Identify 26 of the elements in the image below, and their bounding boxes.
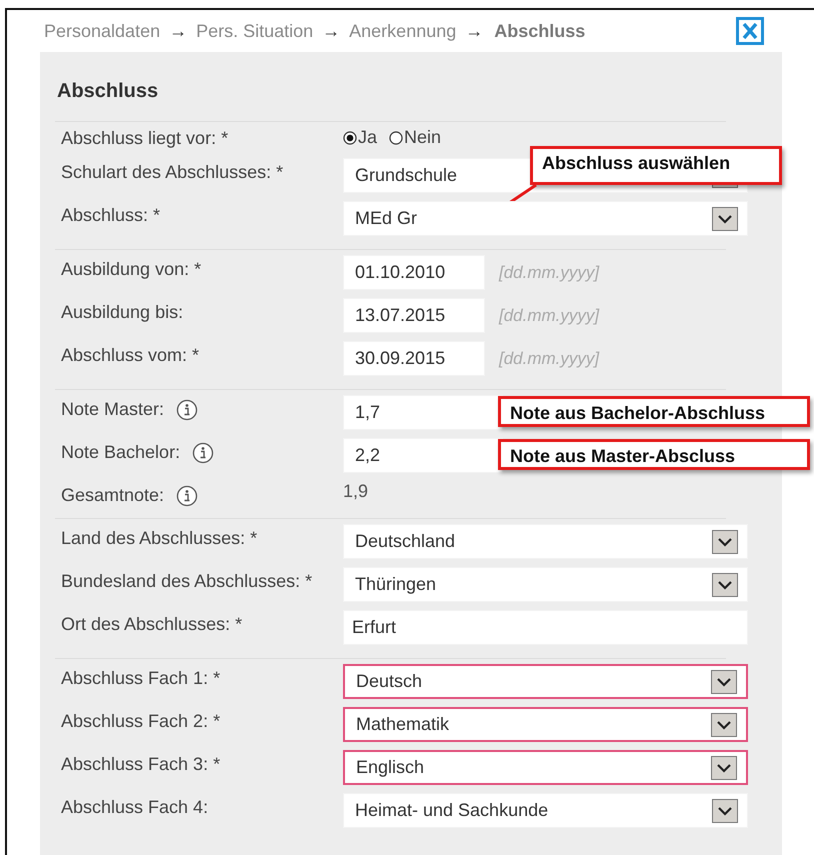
field-label: Ort des Abschlusses: *: [61, 613, 242, 636]
field-label: Ausbildung von: *: [61, 258, 202, 281]
breadcrumb-arrow: →: [322, 20, 340, 42]
annotation-tooltip: Note aus Bachelor-Abschluss: [498, 396, 810, 427]
field-label: Abschluss vom: *: [61, 344, 200, 367]
field-label: Bundesland des Abschlusses: *: [61, 570, 312, 593]
breadcrumb-arrow: →: [169, 20, 188, 42]
field-label: Gesamtnote:: [61, 484, 164, 507]
field-label: Land des Abschlusses: *: [61, 527, 258, 550]
field-label: Ausbildung bis:: [61, 301, 184, 324]
field-label: Note Bachelor:: [61, 441, 180, 464]
format-hint: [dd.mm.yyyy]: [499, 306, 600, 326]
annotation-tooltip: Note aus Master-Abscluss: [498, 439, 810, 470]
format-hint: [dd.mm.yyyy]: [499, 262, 600, 282]
section-heading: Abschluss: [57, 80, 160, 103]
field-label: Abschluss Fach 3: *: [61, 753, 220, 776]
field-label: Abschluss liegt vor: *: [61, 127, 228, 150]
field-label: Schulart des Abschlusses: *: [61, 161, 284, 184]
grade-value: 1,9: [343, 481, 368, 502]
field-label: Abschluss Fach 4:: [61, 796, 208, 819]
breadcrumb-arrow: →: [465, 20, 484, 42]
format-hint: [dd.mm.yyyy]: [499, 348, 600, 368]
field-label: Note Master:: [61, 398, 164, 421]
field-label: Abschluss: *: [61, 204, 160, 227]
field-label: Abschluss Fach 2: *: [61, 710, 220, 733]
field-label: Abschluss Fach 1: *: [61, 667, 220, 690]
